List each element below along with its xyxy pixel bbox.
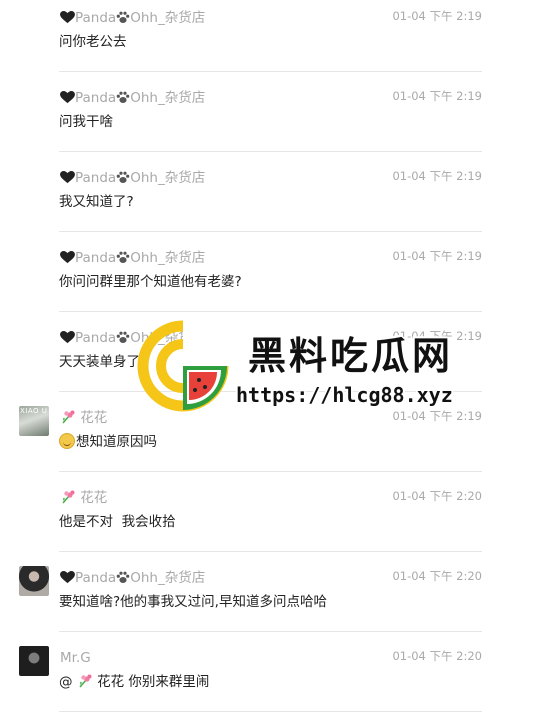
- message-text: 想知道原因吗: [59, 432, 157, 452]
- chat-message: Panda Ohh_杂货店 01-04 下午 2:19 天天装单身了: [0, 312, 557, 392]
- timestamp: 01-04 下午 2:19: [392, 89, 482, 103]
- message-text: 问你老公去: [59, 34, 127, 50]
- message-text: 要知道啥?他的事我又过问,早知道多问点哈哈: [59, 594, 327, 610]
- flower-icon: [62, 490, 75, 504]
- avatar[interactable]: XIAO U: [19, 406, 49, 436]
- heart-icon: [60, 91, 75, 104]
- message-text: 你问问群里那个知道他有老婆?: [59, 274, 242, 290]
- message-text: 天天装单身了: [59, 354, 140, 370]
- chat-message: Mr.G 01-04 下午 2:20 @ 花花 你别来群里闹: [0, 632, 557, 712]
- flower-icon: [62, 410, 75, 424]
- chat-message: Panda Ohh_杂货店 01-04 下午 2:19 我又知道了?: [0, 152, 557, 232]
- smile-emoji-icon: [59, 433, 75, 449]
- sender-name[interactable]: 花花: [60, 489, 107, 507]
- chat-message: XIAO U 花花 01-04 下午 2:19 想知道原因吗: [0, 392, 557, 472]
- sender-name[interactable]: Panda Ohh_杂货店: [60, 89, 205, 107]
- timestamp: 01-04 下午 2:20: [392, 489, 482, 503]
- timestamp: 01-04 下午 2:19: [392, 329, 482, 343]
- timestamp: 01-04 下午 2:19: [392, 169, 482, 183]
- paw-icon: [116, 251, 130, 263]
- sender-name[interactable]: 花花: [60, 409, 107, 427]
- sender-name[interactable]: Mr.G: [60, 649, 91, 667]
- chat-message: Panda Ohh_杂货店 01-04 下午 2:19 你问问群里那个知道他有老婆…: [0, 232, 557, 312]
- sender-name[interactable]: Panda Ohh_杂货店: [60, 329, 205, 347]
- heart-icon: [60, 331, 75, 344]
- message-text: 问我干啥: [59, 114, 113, 130]
- flower-icon: [79, 674, 92, 688]
- timestamp: 01-04 下午 2:19: [392, 249, 482, 263]
- heart-icon: [60, 251, 75, 264]
- timestamp: 01-04 下午 2:19: [392, 409, 482, 423]
- paw-icon: [116, 571, 130, 583]
- chat-message: 花花 01-04 下午 2:20 他是不对 我会收拾: [0, 472, 557, 552]
- timestamp: 01-04 下午 2:19: [392, 9, 482, 23]
- paw-icon: [116, 11, 130, 23]
- paw-icon: [116, 331, 130, 343]
- divider: [59, 711, 482, 712]
- timestamp: 01-04 下午 2:20: [392, 649, 482, 663]
- sender-name[interactable]: Panda Ohh_杂货店: [60, 569, 205, 587]
- timestamp: 01-04 下午 2:20: [392, 569, 482, 583]
- sender-name[interactable]: Panda Ohh_杂货店: [60, 9, 205, 27]
- message-text: 他是不对 我会收拾: [59, 514, 176, 530]
- paw-icon: [116, 171, 130, 183]
- heart-icon: [60, 11, 75, 24]
- paw-icon: [116, 91, 130, 103]
- heart-icon: [60, 571, 75, 584]
- mention-name[interactable]: 花花: [97, 674, 124, 690]
- avatar[interactable]: [19, 646, 49, 676]
- avatar-text: XIAO U: [20, 407, 48, 415]
- chat-message: Panda Ohh_杂货店 01-04 下午 2:20 要知道啥?他的事我又过问,…: [0, 552, 557, 632]
- message-text: 我又知道了?: [59, 194, 134, 210]
- message-text: @ 花花 你别来群里闹: [59, 674, 210, 690]
- mention-prefix: @: [59, 674, 73, 690]
- chat-feed: Panda Ohh_杂货店 01-04 下午 2:19 问你老公去 Panda Oh…: [0, 0, 557, 716]
- avatar[interactable]: [19, 566, 49, 596]
- chat-message: Panda Ohh_杂货店 01-04 下午 2:19 问我干啥: [0, 72, 557, 152]
- sender-name[interactable]: Panda Ohh_杂货店: [60, 169, 205, 187]
- heart-icon: [60, 171, 75, 184]
- chat-message: Panda Ohh_杂货店 01-04 下午 2:19 问你老公去: [0, 0, 557, 72]
- sender-name[interactable]: Panda Ohh_杂货店: [60, 249, 205, 267]
